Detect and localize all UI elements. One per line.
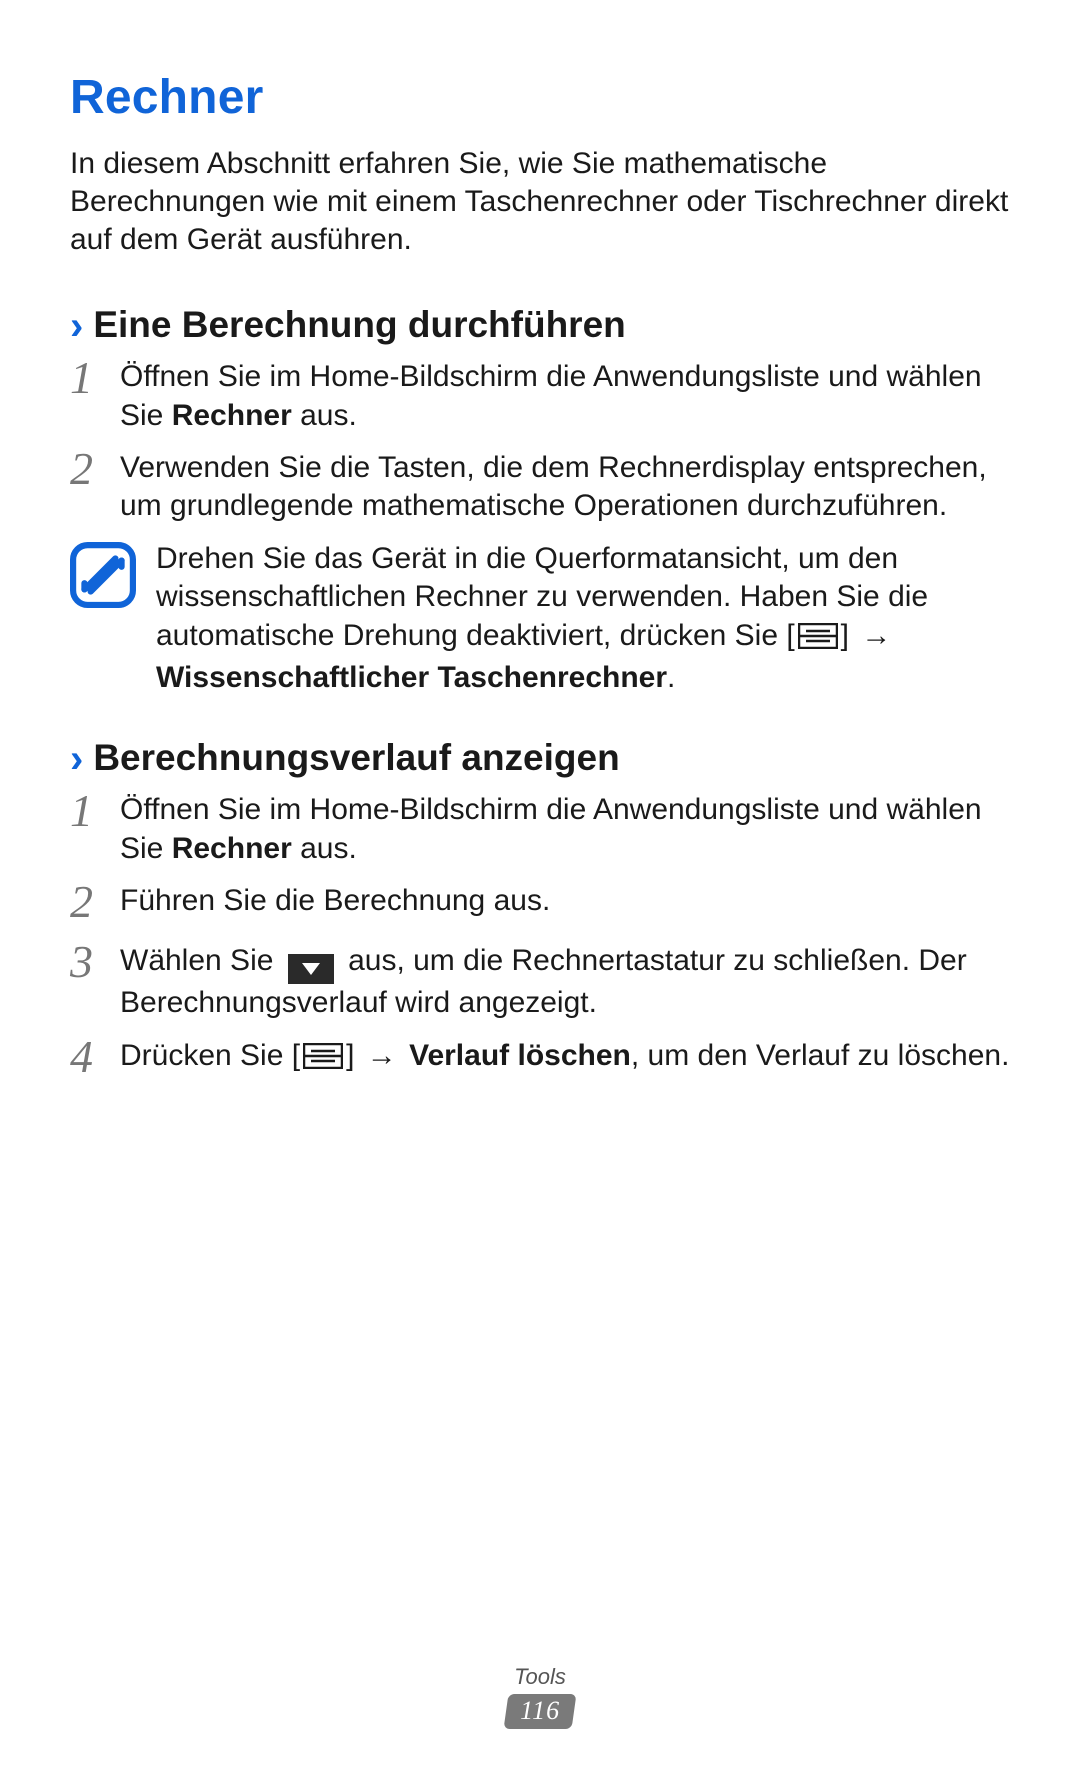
step-text: Öffnen Sie im Home-Bildschirm die Anwend… bbox=[120, 358, 1010, 435]
footer-category: Tools bbox=[0, 1664, 1080, 1690]
note-text: Drehen Sie das Gerät in die Querformatan… bbox=[156, 540, 1010, 698]
note-box: Drehen Sie das Gerät in die Querformatan… bbox=[70, 540, 1010, 698]
bold-text: Rechner bbox=[172, 832, 292, 865]
chevron-right-icon: › bbox=[70, 306, 83, 346]
bold-text: Verlauf löschen bbox=[409, 1039, 631, 1072]
sub-heading-text: Eine Berechnung durchführen bbox=[93, 304, 625, 346]
text: ] bbox=[841, 619, 858, 652]
step-item: 1 Öffnen Sie im Home-Bildschirm die Anwe… bbox=[70, 791, 1010, 868]
note-icon bbox=[70, 542, 136, 608]
step-item: 2 Verwenden Sie die Tasten, die dem Rech… bbox=[70, 449, 1010, 526]
step-number: 2 bbox=[70, 879, 120, 925]
arrow-right-icon: → bbox=[861, 617, 891, 655]
text: , um den Verlauf zu löschen. bbox=[631, 1039, 1010, 1072]
step-number: 1 bbox=[70, 788, 120, 834]
page-footer: Tools 116 bbox=[0, 1664, 1080, 1729]
text bbox=[401, 1039, 409, 1072]
page-number-badge: 116 bbox=[503, 1694, 576, 1729]
arrow-right-icon: → bbox=[367, 1037, 397, 1075]
step-item: 1 Öffnen Sie im Home-Bildschirm die Anwe… bbox=[70, 358, 1010, 435]
steps-list: 1 Öffnen Sie im Home-Bildschirm die Anwe… bbox=[70, 358, 1010, 526]
step-number: 1 bbox=[70, 355, 120, 401]
sub-heading-text: Berechnungsverlauf anzeigen bbox=[93, 737, 619, 779]
text: aus. bbox=[292, 832, 357, 865]
text: ] bbox=[346, 1039, 363, 1072]
step-text: Öffnen Sie im Home-Bildschirm die Anwend… bbox=[120, 791, 1010, 868]
triangle-down-icon bbox=[302, 963, 320, 975]
step-item: 4 Drücken Sie [] → Verlauf löschen, um d… bbox=[70, 1037, 1010, 1083]
menu-icon bbox=[303, 1041, 343, 1079]
text: Drücken Sie [ bbox=[120, 1039, 300, 1072]
bold-text: Rechner bbox=[172, 399, 292, 432]
section-view-history: › Berechnungsverlauf anzeigen 1 Öffnen S… bbox=[70, 737, 1010, 1082]
page-number: 116 bbox=[520, 1696, 560, 1726]
step-item: 3 Wählen Sie aus, um die Rechnertastatur… bbox=[70, 942, 1010, 1022]
step-number: 3 bbox=[70, 939, 120, 985]
bold-text: Wissenschaftlicher Taschenrechner bbox=[156, 661, 667, 694]
step-item: 2 Führen Sie die Berechnung aus. bbox=[70, 882, 1010, 928]
manual-page: Rechner In diesem Abschnitt erfahren Sie… bbox=[0, 0, 1080, 1771]
sub-heading: › Eine Berechnung durchführen bbox=[70, 304, 1010, 346]
section-title: Rechner bbox=[70, 70, 1010, 125]
step-text: Verwenden Sie die Tasten, die dem Rechne… bbox=[120, 449, 1010, 526]
step-text: Führen Sie die Berechnung aus. bbox=[120, 882, 1010, 920]
chevron-right-icon: › bbox=[70, 739, 83, 779]
steps-list: 1 Öffnen Sie im Home-Bildschirm die Anwe… bbox=[70, 791, 1010, 1082]
step-text: Drücken Sie [] → Verlauf löschen, um den… bbox=[120, 1037, 1010, 1079]
text: Wählen Sie bbox=[120, 944, 282, 977]
collapse-keyboard-icon bbox=[288, 954, 334, 984]
menu-icon bbox=[798, 621, 838, 659]
sub-heading: › Berechnungsverlauf anzeigen bbox=[70, 737, 1010, 779]
step-text: Wählen Sie aus, um die Rechnertastatur z… bbox=[120, 942, 1010, 1022]
text: aus. bbox=[292, 399, 357, 432]
section-perform-calculation: › Eine Berechnung durchführen 1 Öffnen S… bbox=[70, 304, 1010, 697]
text: . bbox=[667, 661, 675, 694]
intro-paragraph: In diesem Abschnitt erfahren Sie, wie Si… bbox=[70, 145, 1010, 259]
step-number: 2 bbox=[70, 446, 120, 492]
step-number: 4 bbox=[70, 1034, 120, 1080]
